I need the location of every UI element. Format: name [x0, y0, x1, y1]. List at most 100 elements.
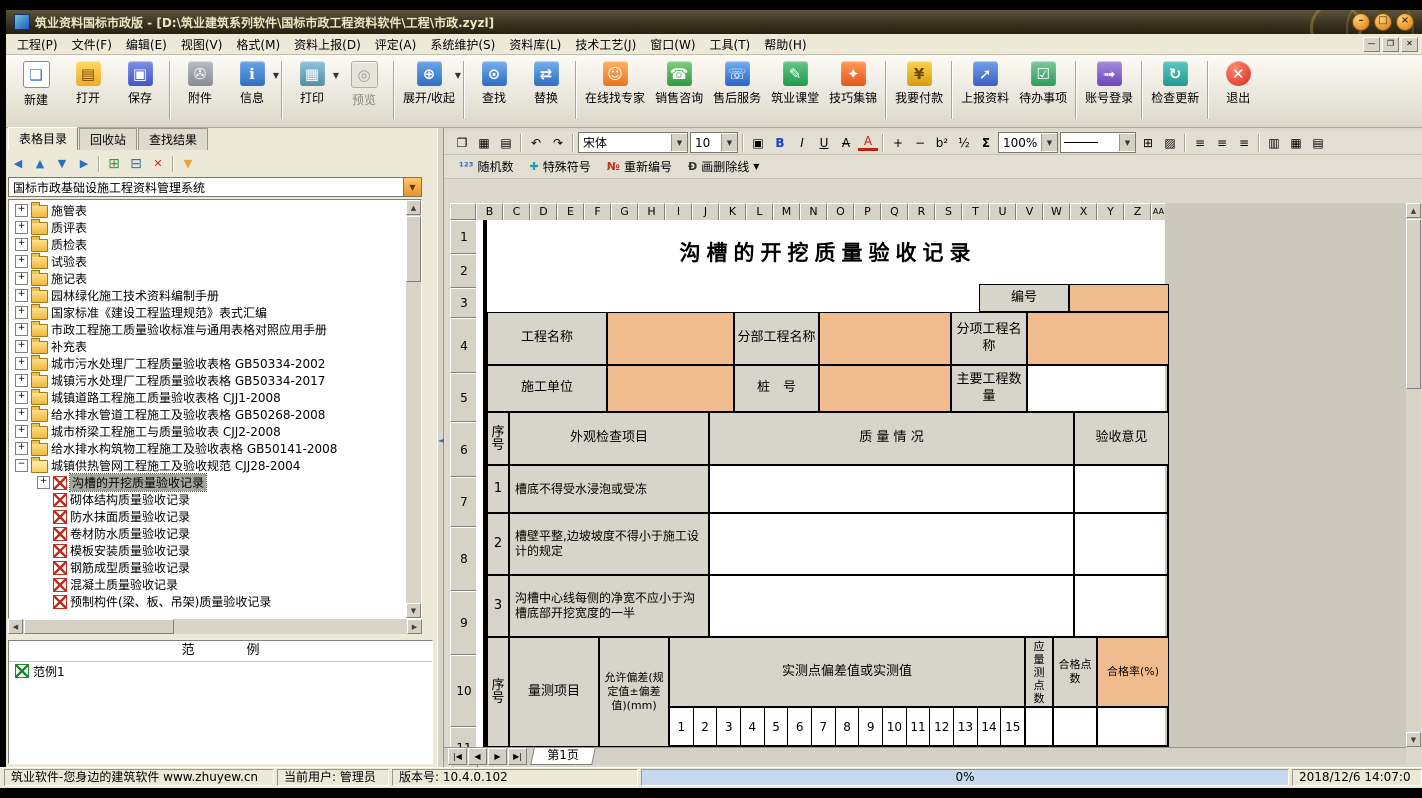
tree-vertical-scrollbar[interactable]: ▲ ▼	[406, 200, 421, 618]
point-number-cell[interactable]: 8	[835, 708, 859, 746]
tree-item[interactable]: 卷材防水质量验收记录	[11, 525, 421, 542]
pass-rate-value-cell[interactable]	[1097, 707, 1169, 747]
dropdown-arrow-icon[interactable]	[1041, 134, 1057, 151]
menu-item[interactable]: 工具(T)	[703, 34, 758, 55]
scroll-up-button[interactable]: ▲	[406, 200, 421, 215]
mdi-restore-button[interactable]	[1382, 37, 1399, 52]
minimize-button[interactable]	[1352, 13, 1370, 31]
visual-item-no-cell[interactable]: 1	[487, 465, 509, 513]
row-header-cell[interactable]: 8	[450, 527, 478, 591]
new-button[interactable]: ❏新建	[10, 59, 62, 108]
measure-no-header-cell[interactable]: 序号	[487, 637, 509, 747]
point-number-cell[interactable]: 2	[693, 708, 717, 746]
info-button[interactable]: ℹ信息▼	[226, 59, 278, 106]
visual-item-header-cell[interactable]: 外观检查项目	[509, 412, 709, 465]
menu-item[interactable]: 视图(V)	[174, 34, 230, 55]
expand-plus-icon[interactable]	[15, 391, 28, 404]
dropdown-arrow-icon[interactable]: ▼	[455, 71, 461, 80]
picture-button[interactable]: ▣	[748, 133, 768, 153]
menu-item[interactable]: 窗口(W)	[643, 34, 702, 55]
check-update-button[interactable]: ↻检查更新	[1146, 59, 1204, 106]
opinion-value-cell[interactable]	[1074, 465, 1169, 513]
project-name-label-cell[interactable]: 工程名称	[487, 312, 607, 365]
grid-button[interactable]: ▦	[1286, 133, 1306, 153]
point-number-cell[interactable]: 10	[882, 708, 906, 746]
point-number-cell[interactable]: 7	[811, 708, 835, 746]
last-sheet-button[interactable]: ▶|	[508, 748, 527, 765]
menu-item[interactable]: 系统维护(S)	[423, 34, 502, 55]
acceptance-opinion-header-cell[interactable]: 验收意见	[1074, 412, 1169, 465]
renumber-button[interactable]: №重新编号	[600, 157, 679, 177]
menu-item[interactable]: 资料库(L)	[502, 34, 568, 55]
tree-item[interactable]: 施记表	[11, 270, 421, 287]
scrollbar-thumb[interactable]	[1406, 219, 1421, 389]
after-sales-button[interactable]: ☏售后服务	[708, 59, 766, 106]
scroll-down-button[interactable]: ▼	[406, 603, 421, 618]
tree-item[interactable]: 城镇污水处理厂工程质量验收表格 GB50334-2017	[11, 372, 421, 389]
tree-item[interactable]: 质评表	[11, 219, 421, 236]
expand-plus-icon[interactable]	[15, 408, 28, 421]
expand-plus-icon[interactable]	[15, 425, 28, 438]
mdi-minimize-button[interactable]	[1363, 37, 1380, 52]
report-data-button[interactable]: ➚上报资料	[956, 59, 1014, 106]
scroll-up-button[interactable]: ▲	[1406, 203, 1421, 218]
points-count-header-cell[interactable]: 应量测点数	[1025, 637, 1053, 707]
replace-button[interactable]: ⇄替换	[520, 59, 572, 106]
attachment-button[interactable]: ✇附件	[174, 59, 226, 106]
stake-value-cell[interactable]	[819, 365, 951, 412]
undo-button[interactable]: ↶	[526, 133, 546, 153]
tab-table-catalog[interactable]: 表格目录	[8, 127, 78, 150]
dropdown-arrow-icon[interactable]	[1119, 134, 1135, 151]
visual-item-text-cell[interactable]: 槽底不得受水浸泡或受冻	[509, 465, 709, 513]
strikethrough-button[interactable]: A	[836, 133, 856, 153]
copy-button[interactable]: ❐	[452, 133, 472, 153]
expand-plus-icon[interactable]	[15, 204, 28, 217]
strikeline-button[interactable]: Ð画删除线▼	[681, 157, 766, 177]
tree-item[interactable]: 给水排水构筑物工程施工及验收表格 GB50141-2008	[11, 440, 421, 457]
tree-item[interactable]: 补充表	[11, 338, 421, 355]
save-button[interactable]: ▣保存	[114, 59, 166, 106]
sheet-vertical-scrollbar[interactable]: ▲ ▼	[1406, 203, 1421, 747]
scroll-right-button[interactable]: ▶	[407, 619, 422, 634]
form-title-cell[interactable]: 沟槽的开挖质量验收记录	[487, 220, 1169, 284]
sheet-corner-cell[interactable]	[450, 203, 476, 220]
panel-splitter[interactable]	[437, 128, 444, 767]
borders-button[interactable]: ⊞	[1138, 133, 1158, 153]
paste-button[interactable]: ▤	[496, 133, 516, 153]
tree-item[interactable]: 市政工程施工质量验收标准与通用表格对照应用手册	[11, 321, 421, 338]
qualified-count-header-cell[interactable]: 合格点数	[1053, 637, 1097, 707]
fill-color-button[interactable]: ▨	[1160, 133, 1180, 153]
account-login-button[interactable]: ➟账号登录	[1080, 59, 1138, 106]
line-style-select[interactable]	[1060, 132, 1136, 153]
close-button[interactable]	[1396, 13, 1414, 31]
tree-item[interactable]: 钢筋成型质量验收记录	[11, 559, 421, 576]
scrollbar-thumb[interactable]	[24, 619, 174, 634]
tree-item[interactable]: 城市污水处理厂工程质量验收表格 GB50334-2002	[11, 355, 421, 372]
dropdown-arrow-icon[interactable]	[721, 134, 737, 151]
classroom-button[interactable]: ✎筑业课堂	[766, 59, 824, 106]
visual-item-no-cell[interactable]: 3	[487, 575, 509, 637]
tree-item[interactable]: 混凝土质量验收记录	[11, 576, 421, 593]
tree-item[interactable]: 城镇道路工程施工质量验收表格 CJJ1-2008	[11, 389, 421, 406]
menu-item[interactable]: 评定(A)	[368, 34, 424, 55]
visual-item-text-cell[interactable]: 沟槽中心线每侧的净宽不应小于沟槽底部开挖宽度的一半	[509, 575, 709, 637]
tree-item[interactable]: 园林绿化施工技术资料编制手册	[11, 287, 421, 304]
tree-item[interactable]: 模板安装质量验收记录	[11, 542, 421, 559]
visual-item-text-cell[interactable]: 槽壁平整,边坡坡度不得小于施工设计的规定	[509, 513, 709, 575]
nav-down-button[interactable]	[52, 154, 72, 174]
prev-sheet-button[interactable]: ◀	[468, 748, 487, 765]
scroll-left-button[interactable]: ◀	[8, 619, 23, 634]
bold-button[interactable]: B	[770, 133, 790, 153]
form-no-value-cell[interactable]	[1069, 284, 1169, 312]
tree-horizontal-scrollbar[interactable]: ◀ ▶	[8, 619, 422, 634]
menu-item[interactable]: 编辑(E)	[119, 34, 174, 55]
underline-button[interactable]: U	[814, 133, 834, 153]
opinion-value-cell[interactable]	[1074, 575, 1169, 637]
increase-font-button[interactable]: +	[888, 133, 908, 153]
row-header-cell[interactable]: 7	[450, 477, 478, 527]
expand-plus-icon[interactable]	[15, 306, 28, 319]
align-center-button[interactable]: ≡	[1212, 133, 1232, 153]
collapse-minus-icon[interactable]	[15, 459, 28, 472]
scrollbar-thumb[interactable]	[406, 216, 421, 282]
stake-label-cell[interactable]: 桩 号	[734, 365, 819, 412]
